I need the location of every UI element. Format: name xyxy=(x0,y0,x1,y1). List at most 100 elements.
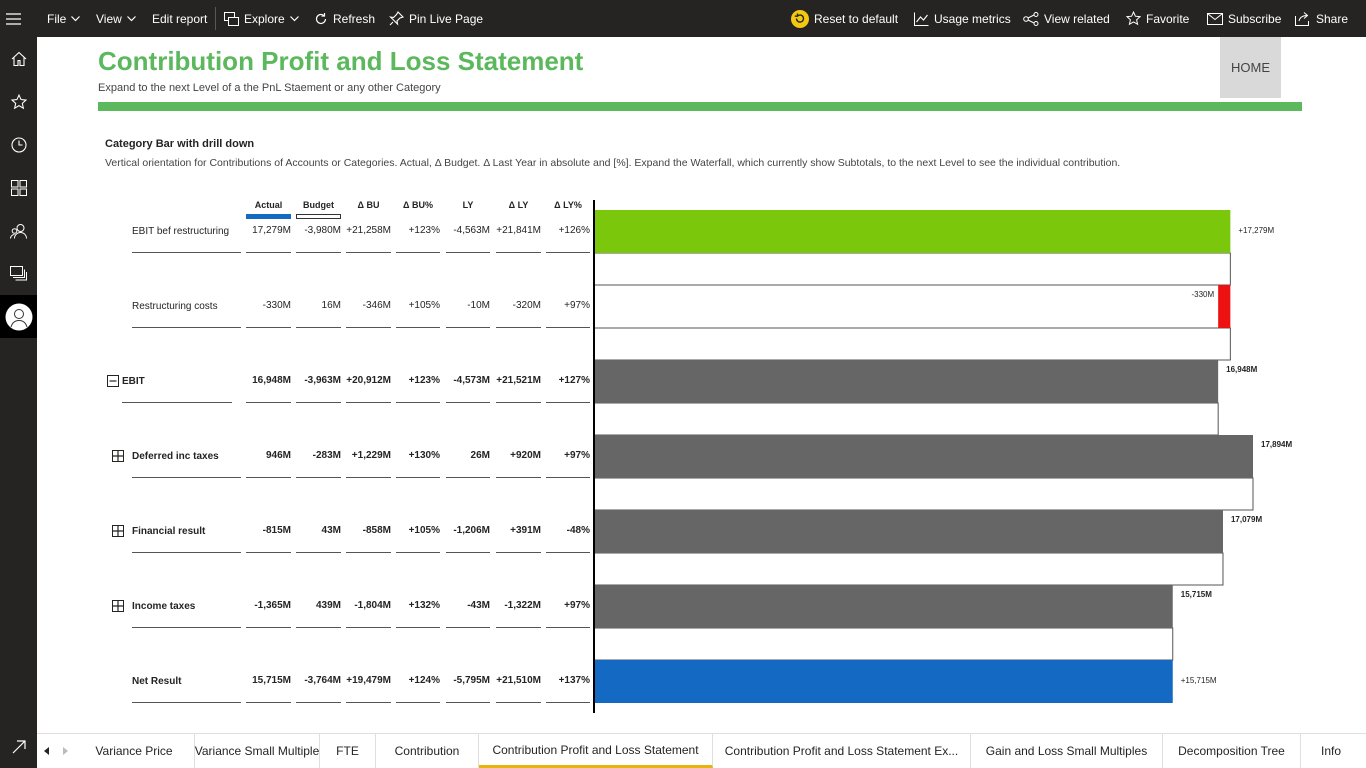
workspace-avatar-button[interactable] xyxy=(0,295,37,338)
share-button[interactable]: Share xyxy=(1295,0,1348,37)
cell-underline xyxy=(496,477,541,478)
tab-contribution-profit-and-loss-statement-ex[interactable]: Contribution Profit and Loss Statement E… xyxy=(713,734,971,768)
home-button[interactable]: HOME xyxy=(1220,37,1281,98)
cell-underline xyxy=(296,552,341,553)
view-menu[interactable]: View xyxy=(96,0,136,37)
edit-report-label: Edit report xyxy=(152,11,208,26)
workspaces-nav-button[interactable] xyxy=(0,252,37,295)
tabs-scroll-left-button[interactable] xyxy=(37,734,56,768)
subscribe-label: Subscribe xyxy=(1228,11,1282,26)
expand-nav-button[interactable] xyxy=(0,725,37,768)
view-related-button[interactable]: View related xyxy=(1023,0,1110,37)
tab-label: Variance Small Multiple xyxy=(194,744,320,758)
cell-underline xyxy=(546,252,590,253)
cell-underline xyxy=(396,327,440,328)
tab-contribution-profit-and-loss-statement[interactable]: Contribution Profit and Loss Statement xyxy=(479,734,713,768)
cell-underline xyxy=(396,477,440,478)
edit-report-button[interactable]: Edit report xyxy=(152,0,207,37)
row-label[interactable]: EBIT xyxy=(107,374,145,388)
cell-underline xyxy=(396,252,440,253)
table-cell: -1,206M xyxy=(453,525,490,536)
table-cell: +21,258M xyxy=(346,225,391,236)
page-tab-bar: Variance Price Variance Small Multiple FTE… xyxy=(37,733,1366,768)
tab-label: Contribution Profit and Loss Statement E… xyxy=(724,744,959,758)
favorite-label: Favorite xyxy=(1146,11,1190,26)
tab-label: Gain and Loss Small Multiples xyxy=(985,744,1148,758)
tab-gain-and-loss-small-multiples[interactable]: Gain and Loss Small Multiples xyxy=(971,734,1163,768)
waterfall-bar xyxy=(594,585,1173,628)
apps-grid-icon xyxy=(10,179,27,196)
expand-icon[interactable] xyxy=(112,450,124,462)
tab-variance-price[interactable]: Variance Price xyxy=(74,734,195,768)
cell-underline xyxy=(296,627,341,628)
table-cell: +920M xyxy=(510,450,541,461)
explore-menu[interactable]: Explore xyxy=(224,0,299,37)
table-cell: 16,948M xyxy=(252,375,291,386)
mail-icon xyxy=(1207,12,1223,25)
tab-label: Variance Price xyxy=(95,744,173,758)
column-header: Budget xyxy=(303,200,334,210)
data-label: 17,079M xyxy=(1231,515,1262,524)
tabs-scroll-right-button[interactable] xyxy=(56,734,74,768)
tab-label: Info xyxy=(1320,744,1341,758)
star-icon xyxy=(10,93,27,109)
subscribe-button[interactable]: Subscribe xyxy=(1207,0,1281,37)
table-cell: +124% xyxy=(408,675,440,686)
table-cell: -815M xyxy=(262,525,291,536)
cell-underline xyxy=(496,252,541,253)
usage-metrics-label: Usage metrics xyxy=(934,11,1011,26)
table-cell: -4,563M xyxy=(453,225,490,236)
cell-underline xyxy=(246,702,291,703)
column-header: Δ LY% xyxy=(554,200,582,210)
table-cell: 15,715M xyxy=(252,675,291,686)
line-chart-icon xyxy=(914,12,929,26)
section-title: Category Bar with drill down xyxy=(105,138,255,150)
table-cell: 16M xyxy=(321,300,341,311)
expand-icon[interactable] xyxy=(112,525,124,537)
share-icon xyxy=(1295,11,1309,26)
tab-decomposition-tree[interactable]: Decomposition Tree xyxy=(1163,734,1301,768)
waterfall-connector xyxy=(593,402,1219,436)
cell-underline xyxy=(396,702,440,703)
row-label[interactable]: Deferred inc taxes xyxy=(112,449,219,463)
table-cell: +21,841M xyxy=(496,225,541,236)
row-label-text: Net Result xyxy=(132,675,182,687)
favorite-button[interactable]: Favorite xyxy=(1126,0,1189,37)
usage-metrics-button[interactable]: Usage metrics xyxy=(914,0,1011,37)
header-accent-bar xyxy=(98,102,1302,111)
table-cell: -3,980M xyxy=(304,225,341,236)
tab-variance-small-multiple[interactable]: Variance Small Multiple xyxy=(195,734,320,768)
row-label[interactable]: Financial result xyxy=(112,524,205,538)
table-cell: -1,365M xyxy=(254,600,291,611)
reset-to-default-button[interactable]: Reset to default xyxy=(791,0,898,37)
expand-icon[interactable] xyxy=(112,600,124,612)
tab-info[interactable]: Info xyxy=(1301,734,1361,768)
tab-contribution[interactable]: Contribution xyxy=(376,734,479,768)
cell-underline xyxy=(496,627,541,628)
cell-underline xyxy=(446,627,490,628)
pin-live-page-button[interactable]: Pin Live Page xyxy=(389,0,483,37)
tab-fte[interactable]: FTE xyxy=(320,734,376,768)
waterfall-connector xyxy=(593,252,1231,286)
hamburger-menu-button[interactable] xyxy=(6,0,26,37)
home-nav-button[interactable] xyxy=(0,37,37,80)
waterfall-connector xyxy=(593,327,1231,361)
share-label: Share xyxy=(1316,11,1349,26)
refresh-button[interactable]: Refresh xyxy=(314,0,375,37)
waterfall-bar xyxy=(594,360,1219,403)
file-menu-label: File xyxy=(47,11,67,26)
shared-nav-button[interactable] xyxy=(0,209,37,252)
waterfall-connector xyxy=(593,552,1224,586)
row-label[interactable]: Income taxes xyxy=(112,599,195,613)
data-label: +17,279M xyxy=(1238,226,1274,235)
favorites-nav-button[interactable] xyxy=(0,80,37,123)
waterfall-bar xyxy=(594,435,1253,478)
recent-nav-button[interactable] xyxy=(0,123,37,166)
page-subtitle: Expand to the next Level of a the PnL St… xyxy=(98,82,441,94)
data-label: 15,715M xyxy=(1181,590,1212,599)
apps-nav-button[interactable] xyxy=(0,166,37,209)
file-menu[interactable]: File xyxy=(47,0,81,37)
row-label: Restructuring costs xyxy=(132,299,218,313)
collapse-icon[interactable] xyxy=(107,375,119,387)
waterfall-chart: +17,279M -330M 16,948M 17,894M 17,079M 15,715… xyxy=(593,200,1292,713)
